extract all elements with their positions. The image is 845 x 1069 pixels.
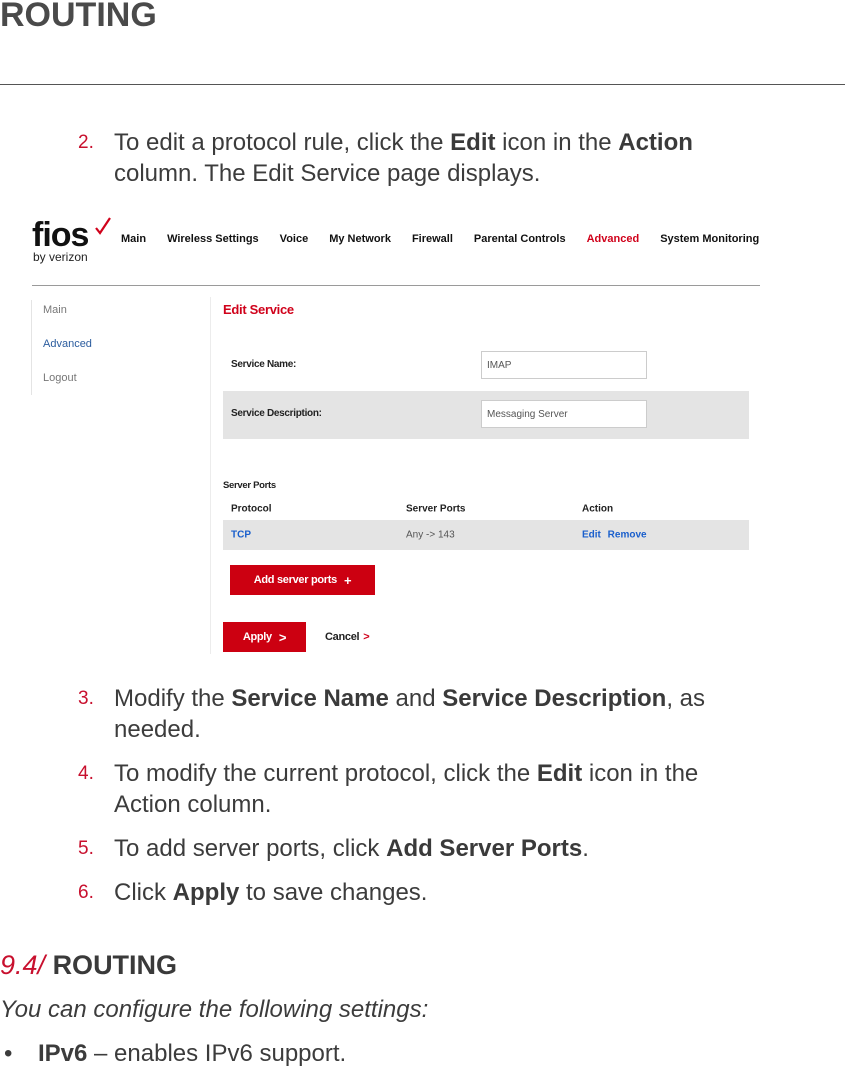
step-number: 5. [78,838,94,859]
server-ports-title: Server Ports [223,480,276,491]
cancel-label: Cancel [325,631,360,643]
step-2: 2. To edit a protocol rule, click the Ed… [78,127,768,189]
step-number: 6. [78,882,94,903]
text-run: column. The Edit Service page displays. [114,160,541,187]
sidebar-border [31,300,32,395]
bold-term: Action [618,129,693,156]
service-description-row: Service Description: Messaging Server [223,391,749,439]
content-divider [210,297,211,654]
step-number: 3. [78,688,94,709]
text-run: Click [114,879,173,906]
bold-term: Service Name [231,685,389,712]
step-6: 6. Click Apply to save changes. [78,877,768,908]
step-5: 5. To add server ports, click Add Server… [78,833,768,864]
sidebar-item-advanced[interactable]: Advanced [43,338,92,350]
ports-table-header: Protocol Server Ports Action [223,500,749,518]
section-intro: You can configure the following settings… [0,996,429,1023]
nav-my-network[interactable]: My Network [329,233,391,245]
step-text: To add server ports, click Add Server Po… [114,833,768,864]
section-title: ROUTING [52,950,178,980]
nav-divider [32,285,760,286]
nav-main[interactable]: Main [121,233,146,245]
add-server-ports-button[interactable]: Add server ports + [230,565,375,595]
bold-term: Edit [450,129,496,156]
bullet-term: IPv6 [38,1040,88,1067]
top-nav: Main Wireless Settings Voice My Network … [121,233,780,245]
text-run: and [388,685,443,712]
logo-subtitle: by verizon [33,250,88,264]
col-server-ports: Server Ports [406,503,466,515]
step-text: To edit a protocol rule, click the Edit … [114,127,768,189]
text-run: Modify the [114,685,232,712]
server-ports-value: Any -> 143 [406,529,455,541]
text-run: To modify the current protocol, click th… [114,760,537,787]
table-row: TCP Any -> 143 Edit Remove [223,520,749,550]
bold-term: Apply [172,879,240,906]
chevron-right-icon: > [278,629,287,645]
text-run: icon in the [495,129,619,156]
bullet-icon: • [4,1040,13,1067]
logo-brand: fios [32,216,89,254]
chapter-title: ROUTING [0,0,157,34]
step-4: 4. To modify the current protocol, click… [78,758,768,820]
fios-logo: fios by verizon [32,216,111,264]
step-3: 3. Modify the Service Name and Service D… [78,683,768,745]
section-heading: 9.4/ ROUTING [0,950,177,981]
action-cell: Edit Remove [582,530,647,541]
checkmark-icon [95,217,111,235]
service-name-label: Service Name: [231,359,297,370]
protocol-link[interactable]: TCP [231,530,251,541]
step-text: Click Apply to save changes. [114,877,768,908]
text-run: . [582,835,589,862]
edit-service-screenshot: fios by verizon Main Wireless Settings V… [28,212,763,657]
nav-voice[interactable]: Voice [280,233,309,245]
cancel-button[interactable]: Cancel > [325,631,370,643]
nav-advanced[interactable]: Advanced [587,233,640,245]
text-run: To edit a protocol rule, click the [114,129,451,156]
step-text: Modify the Service Name and Service Desc… [114,683,768,745]
apply-button[interactable]: Apply > [223,622,306,652]
step-text: To modify the current protocol, click th… [114,758,768,820]
col-protocol: Protocol [231,503,272,515]
sidebar-item-main[interactable]: Main [43,304,67,316]
service-name-row: Service Name: IMAP [223,342,749,390]
nav-system-monitoring[interactable]: System Monitoring [660,233,759,245]
service-description-label: Service Description: [231,408,322,419]
text-run: to save changes. [239,879,428,906]
step-number: 2. [78,132,94,153]
nav-wireless-settings[interactable]: Wireless Settings [167,233,259,245]
nav-firewall[interactable]: Firewall [412,233,453,245]
col-action: Action [582,503,614,515]
service-name-input[interactable]: IMAP [481,351,647,379]
text-run: To add server ports, click [114,835,387,862]
bullet-desc: – enables IPv6 support. [87,1040,347,1067]
remove-link[interactable]: Remove [608,530,647,541]
page-title: Edit Service [223,302,294,317]
bold-term: Edit [536,760,583,787]
edit-link[interactable]: Edit [582,530,601,541]
chevron-right-icon: > [363,631,370,643]
service-description-input[interactable]: Messaging Server [481,400,647,428]
apply-label: Apply [242,631,272,643]
add-server-ports-label: Add server ports [253,574,338,586]
bold-term: Service Description [442,685,667,712]
header-rule [0,84,845,85]
step-number: 4. [78,763,94,784]
bold-term: Add Server Ports [386,835,583,862]
section-number: 9.4/ [0,950,46,980]
plus-icon: + [343,572,352,588]
bullet-item: • IPv6 – enables IPv6 support. [0,1040,346,1068]
nav-parental-controls[interactable]: Parental Controls [474,233,566,245]
sidebar-item-logout[interactable]: Logout [43,372,77,384]
